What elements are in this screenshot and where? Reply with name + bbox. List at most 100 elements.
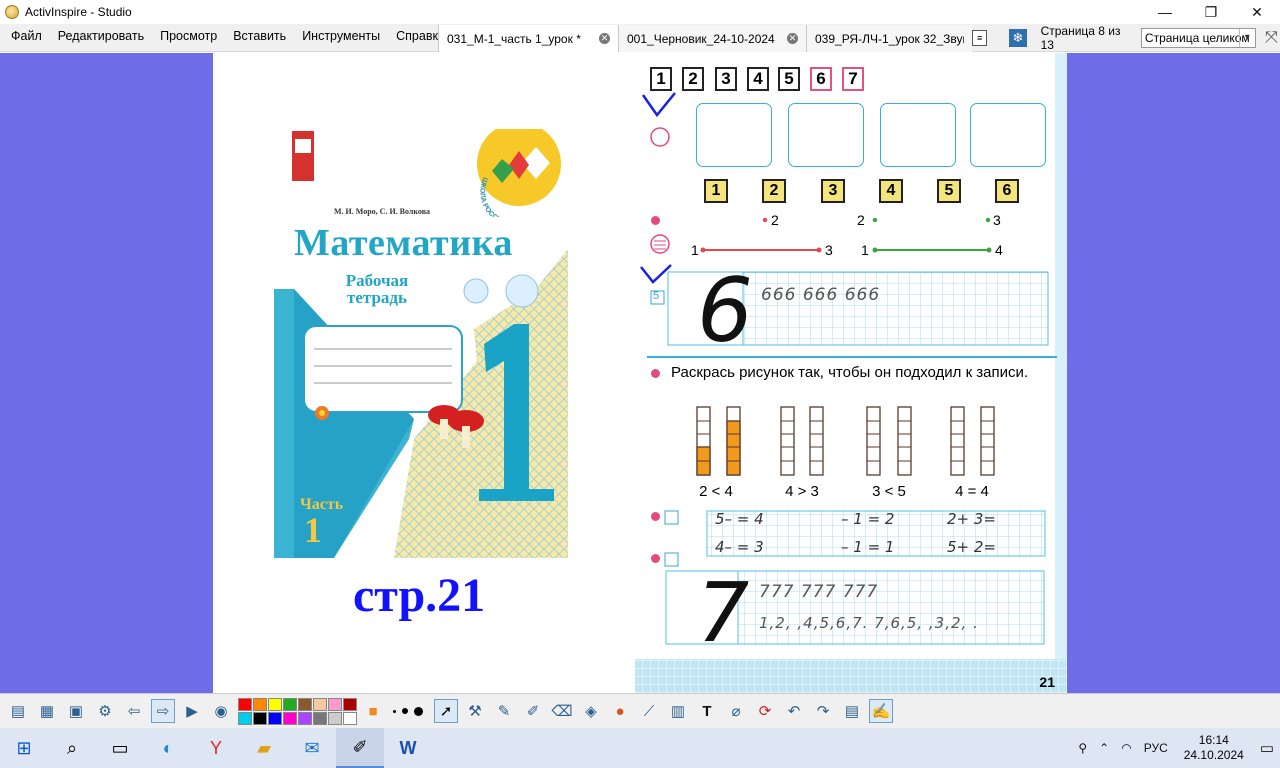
chevron-down-icon[interactable]: ▾ (1238, 29, 1255, 47)
windows-taskbar: ⊞ ⌕ ▭ ◐ Y ▰ ✉ ✐ W ⚲ ⌃ ◠ РУС 16:14 24.10.… (0, 728, 1280, 768)
color-swatch[interactable] (268, 711, 282, 725)
menu-edit[interactable]: Редактировать (50, 24, 152, 52)
workbook-cover: М. И. Моро, С. И. Волкова Математика Раб… (274, 129, 568, 558)
current-color-icon[interactable]: ■ (361, 699, 385, 723)
pen-icon[interactable]: ✎ (492, 699, 516, 723)
shape-icon[interactable]: ● (608, 699, 632, 723)
color-swatch[interactable] (328, 711, 342, 725)
wifi-icon[interactable]: ◠ (1115, 741, 1137, 755)
chevron-up-icon[interactable]: ⌃ (1093, 741, 1115, 755)
color-swatch[interactable] (298, 697, 312, 711)
search-icon[interactable]: ⌕ (48, 728, 96, 768)
next-page-icon[interactable]: ⇨ (151, 699, 175, 723)
tab-flipchart-031[interactable]: 031_М-1_часть 1_урок * ✕ (438, 25, 618, 52)
desktop-annotate-icon[interactable]: ▣ (64, 699, 88, 723)
maximize-button[interactable]: ❐ (1188, 0, 1234, 24)
pen-width-large-icon[interactable] (414, 706, 423, 716)
color-swatch[interactable] (343, 697, 357, 711)
menu-tools[interactable]: Инструменты (294, 24, 388, 52)
language-indicator[interactable]: РУС (1138, 741, 1174, 755)
tools-settings-icon[interactable]: ⚙ (93, 699, 117, 723)
windows-start-icon[interactable]: ⊞ (0, 728, 48, 768)
yandex-browser-icon[interactable]: Y (192, 728, 240, 768)
color-swatch[interactable] (283, 711, 297, 725)
color-swatch[interactable] (313, 697, 327, 711)
browsers-icon[interactable]: ▤ (6, 699, 30, 723)
clapperboard-icon[interactable]: ▥ (666, 699, 690, 723)
number-box-7: 7 (842, 67, 864, 91)
color-swatch[interactable] (313, 711, 327, 725)
page-organizer-icon[interactable]: ▤ (840, 699, 864, 723)
color-swatch[interactable] (253, 711, 267, 725)
file-explorer-icon[interactable]: ▰ (240, 728, 288, 768)
tools-icon[interactable]: ⚒ (463, 699, 487, 723)
close-tab-icon[interactable]: ✕ (787, 33, 798, 44)
color-swatch[interactable] (298, 711, 312, 725)
pen-width-medium-icon[interactable] (402, 708, 408, 714)
dual-user-icon[interactable]: ✍ (869, 699, 893, 723)
number-box-6: 6 (810, 67, 832, 91)
left-marker: 5 (653, 290, 660, 302)
color-swatch[interactable] (343, 711, 357, 725)
color-swatch[interactable] (238, 697, 252, 711)
snowflake-icon[interactable]: ❄ (1009, 29, 1027, 47)
edge-browser-icon[interactable]: ◐ (144, 728, 192, 768)
tab-list-icon[interactable]: ≡ (972, 30, 988, 46)
tab-flipchart-039[interactable]: 039_РЯ-ЛЧ-1_урок 32_Звук и б (806, 25, 972, 52)
tab-flipchart-001[interactable]: 001_Черновик_24-10-2024 ✕ (618, 25, 806, 52)
minimize-button[interactable]: — (1142, 0, 1188, 24)
activinspire-app-icon (5, 5, 19, 19)
color-palette (238, 697, 357, 725)
connector-icon[interactable]: ⟋ (637, 699, 661, 723)
reset-page-icon[interactable]: ⟳ (753, 699, 777, 723)
pen-width-selector[interactable] (390, 706, 426, 716)
flipchart-canvas[interactable]: М. И. Моро, С. И. Волкова Математика Раб… (0, 53, 1280, 693)
pen-width-small-icon[interactable] (393, 709, 396, 713)
color-swatch[interactable] (253, 697, 267, 711)
color-swatch[interactable] (283, 697, 297, 711)
color-swatch[interactable] (238, 711, 252, 725)
menu-view[interactable]: Просмотр (152, 24, 225, 52)
redo-icon[interactable]: ↷ (811, 699, 835, 723)
segment2-end: 4 (995, 242, 1003, 258)
big-digit-seven: 7 (697, 566, 749, 661)
fit-screen-icon[interactable]: ⤧ (1263, 29, 1280, 47)
color-swatch[interactable] (268, 697, 282, 711)
fill-icon[interactable]: ◈ (579, 699, 603, 723)
browser-globe-icon[interactable]: ◉ (209, 699, 233, 723)
menu-file[interactable]: Файл (3, 24, 50, 52)
comparison-1: 2 < 4 (699, 483, 733, 500)
clear-icon[interactable]: ⌀ (724, 699, 748, 723)
task-bullet (651, 512, 660, 521)
select-cursor-icon[interactable]: ➚ (434, 699, 458, 723)
close-button[interactable]: ✕ (1234, 0, 1280, 24)
eraser-icon[interactable]: ⌫ (550, 699, 574, 723)
flipchart-tabs: 031_М-1_часть 1_урок * ✕ 001_Черновик_24… (438, 25, 972, 52)
task-bullet (651, 369, 660, 378)
close-tab-icon[interactable]: ✕ (599, 33, 610, 44)
mail-icon[interactable]: ✉ (288, 728, 336, 768)
yellow-number-4: 4 (879, 179, 903, 203)
play-icon[interactable]: ▶ (180, 699, 204, 723)
activinspire-taskbar-icon[interactable]: ✐ (336, 728, 384, 768)
text-tool-icon[interactable]: T (695, 699, 719, 723)
task-view-icon[interactable]: ▭ (96, 728, 144, 768)
word-icon[interactable]: W (384, 728, 432, 768)
highlighter-icon[interactable]: ✐ (521, 699, 545, 723)
people-icon[interactable]: ⚲ (1072, 741, 1093, 755)
copy-six-row: 666 666 666 (761, 285, 881, 305)
zoom-select[interactable]: Страница целиком ▾ (1140, 28, 1256, 48)
flipchart-icon[interactable]: ▦ (35, 699, 59, 723)
number-box-3: 3 (715, 67, 737, 91)
task-instruction: Раскрась рисунок так, чтобы он подходил … (671, 364, 1029, 381)
undo-icon[interactable]: ↶ (782, 699, 806, 723)
notifications-icon[interactable]: ▭ (1254, 739, 1280, 757)
clock[interactable]: 16:14 24.10.2024 (1174, 733, 1254, 763)
cover-subtitle: Рабочая тетрадь (345, 271, 409, 307)
card-flags (880, 103, 956, 167)
card-smileys (788, 103, 864, 167)
menu-insert[interactable]: Вставить (225, 24, 294, 52)
color-swatch[interactable] (328, 697, 342, 711)
system-tray: ⚲ ⌃ ◠ РУС 16:14 24.10.2024 ▭ (1072, 728, 1280, 768)
previous-page-icon[interactable]: ⇦ (122, 699, 146, 723)
